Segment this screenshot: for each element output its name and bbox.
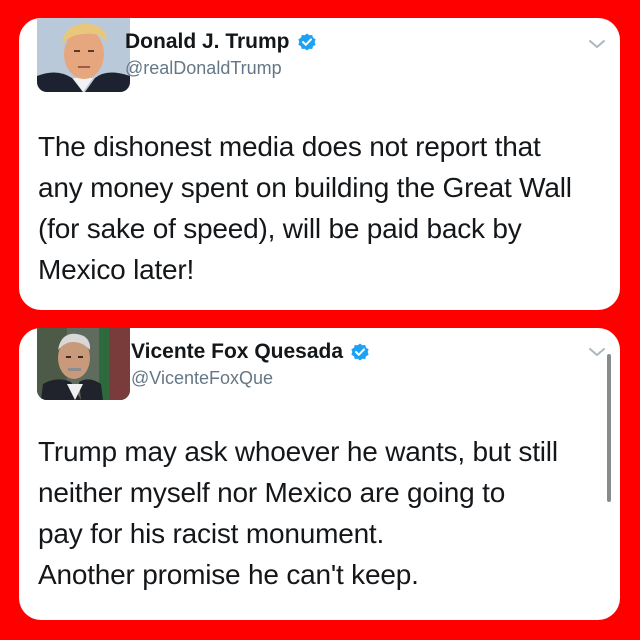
tweet-card: Donald J. Trump @realDonaldTrump The dis… — [19, 18, 620, 310]
author-handle[interactable]: @realDonaldTrump — [125, 58, 282, 79]
author-name-row: Donald J. Trump — [125, 30, 317, 54]
avatar-image — [37, 328, 130, 400]
tweet-card: Vicente Fox Quesada @VicenteFoxQue Trump… — [19, 328, 620, 620]
avatar-image — [37, 18, 130, 92]
author-name-row: Vicente Fox Quesada — [131, 340, 370, 364]
chevron-down-icon[interactable] — [588, 38, 606, 50]
author-handle[interactable]: @VicenteFoxQue — [131, 368, 273, 389]
author-display-name[interactable]: Vicente Fox Quesada — [131, 340, 343, 364]
profile-photo-icon[interactable] — [37, 328, 130, 400]
author-display-name[interactable]: Donald J. Trump — [125, 30, 290, 54]
verified-badge-icon — [297, 32, 317, 52]
scrollbar[interactable] — [607, 354, 611, 502]
chevron-down-icon[interactable] — [588, 346, 606, 358]
tweet-text: Trump may ask whoever he wants, but stil… — [38, 436, 558, 590]
tweet-text: The dishonest media does not report that… — [38, 131, 572, 285]
verified-badge-icon — [350, 342, 370, 362]
profile-photo-icon[interactable] — [37, 18, 130, 92]
collage-frame: Donald J. Trump @realDonaldTrump The dis… — [0, 0, 640, 640]
